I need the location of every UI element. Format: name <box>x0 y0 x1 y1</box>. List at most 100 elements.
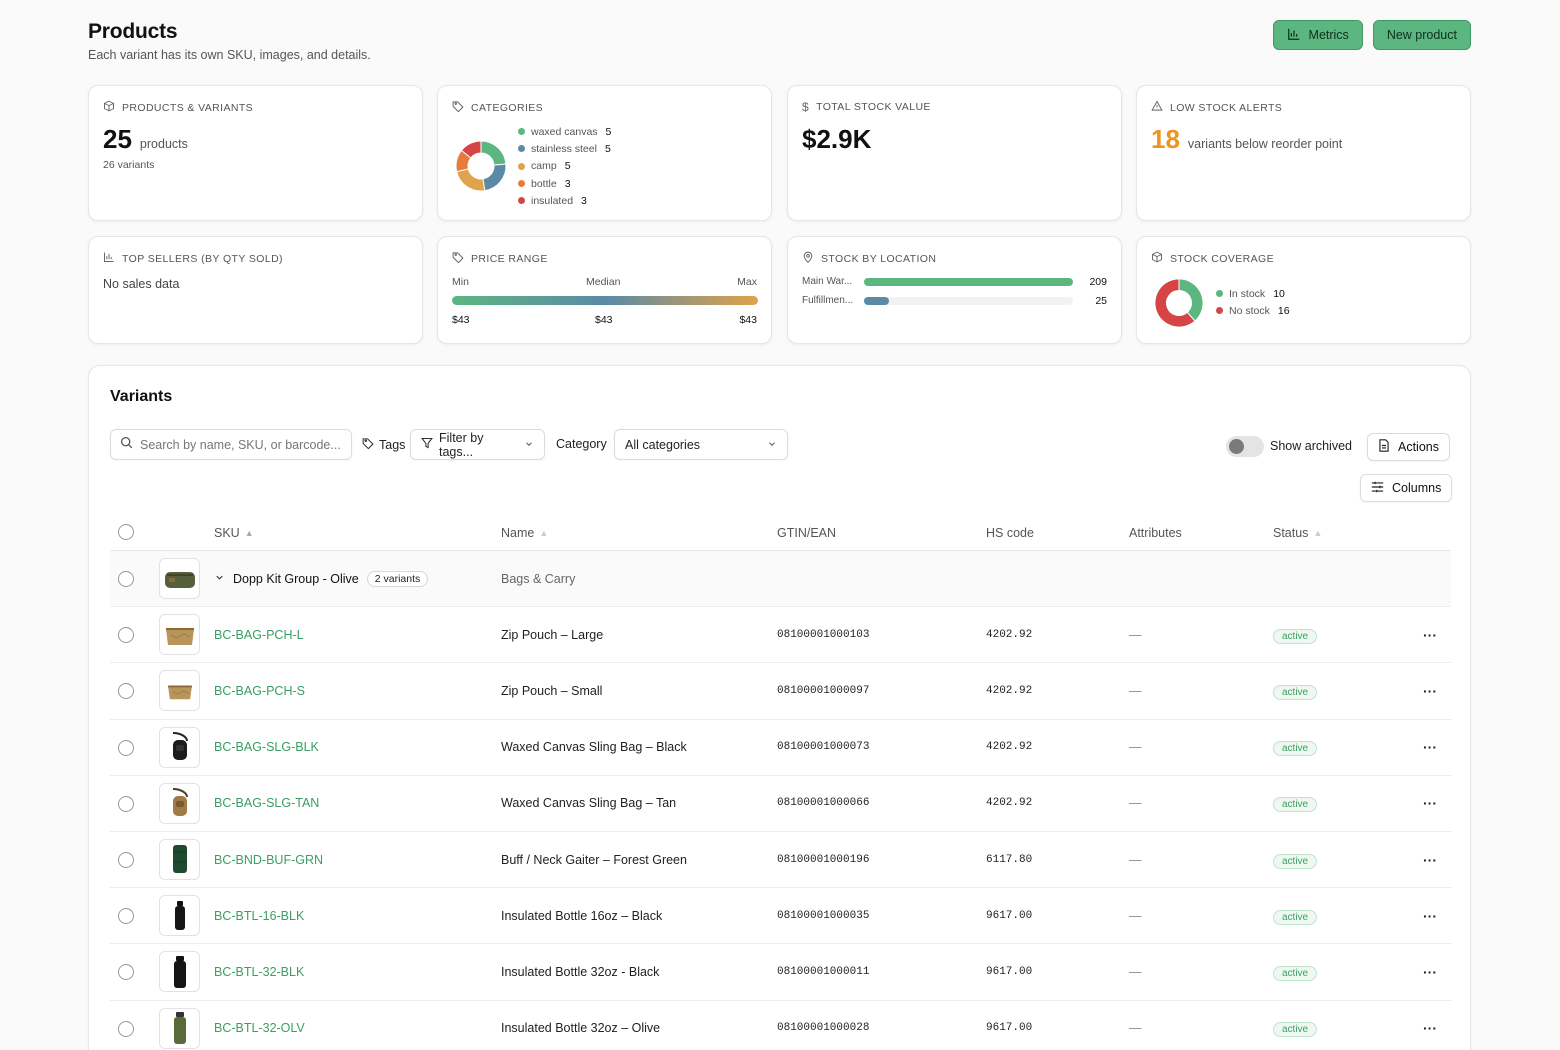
table-row[interactable]: BC-BAG-SLG-TAN Waxed Canvas Sling Bag – … <box>110 776 1451 832</box>
row-menu-icon[interactable]: ··· <box>1423 908 1437 924</box>
row-checkbox[interactable] <box>118 571 134 587</box>
group-row[interactable]: Dopp Kit Group - Olive 2 variants Bags &… <box>110 551 1451 608</box>
table-row[interactable]: BC-BAG-SLG-BLK Waxed Canvas Sling Bag – … <box>110 720 1451 776</box>
row-menu-icon[interactable]: ··· <box>1423 795 1437 811</box>
status-header-label: Status <box>1273 526 1309 540</box>
sku-link[interactable]: BC-BND-BUF-GRN <box>214 853 323 867</box>
row-checkbox[interactable] <box>118 627 134 644</box>
product-thumbnail <box>159 895 200 937</box>
hs-code-value: 9617.00 <box>986 1022 1033 1035</box>
low-stock-text: variants below reorder point <box>1187 137 1343 151</box>
row-menu-icon[interactable]: ··· <box>1423 627 1437 643</box>
stock-coverage-donut-chart <box>1154 278 1204 328</box>
chevron-down-icon[interactable] <box>214 572 225 586</box>
card-title: TOP SELLERS (BY QTY SOLD) <box>122 252 283 265</box>
row-menu-icon[interactable]: ··· <box>1423 1020 1437 1036</box>
sku-link[interactable]: BC-BTL-32-BLK <box>214 965 304 979</box>
table-row[interactable]: BC-BAG-PCH-S Zip Pouch – Small 081000010… <box>110 663 1451 720</box>
product-thumbnail <box>159 726 200 768</box>
card-title: PRICE RANGE <box>471 252 548 265</box>
legend-count: 3 <box>581 194 587 207</box>
attributes-value: — <box>1129 1021 1142 1036</box>
name-column-header[interactable]: Name ▲ <box>501 526 548 540</box>
legend-count: 3 <box>564 177 571 190</box>
variants-count: 26 variants <box>103 159 155 171</box>
tags-filter-text: Filter by tags... <box>439 430 484 459</box>
attributes-column-header[interactable]: Attributes <box>1129 526 1182 540</box>
stock-coverage-legend: In stock 10 No stock 16 <box>1216 285 1290 320</box>
sku-link[interactable]: BC-BTL-16-BLK <box>214 909 304 923</box>
show-archived-label: Show archived <box>1270 439 1352 453</box>
total-stock-value-card: $ TOTAL STOCK VALUE $2.9K <box>787 85 1122 221</box>
actions-button[interactable]: Actions <box>1367 433 1450 461</box>
status-cell: active <box>1273 796 1318 813</box>
row-menu-icon[interactable]: ··· <box>1423 739 1437 755</box>
card-header: STOCK COVERAGE <box>1151 251 1274 266</box>
table-row[interactable]: BC-BTL-32-OLV Insulated Bottle 32oz – Ol… <box>110 1001 1451 1050</box>
sku-column-header[interactable]: SKU ▲ <box>214 526 254 540</box>
table-header: SKU ▲ Name ▲ GTIN/EAN HS code Attributes S… <box>110 516 1451 551</box>
legend-count: 5 <box>604 142 611 155</box>
tags-filter-dropdown[interactable]: Filter by tags... <box>410 429 545 460</box>
hs-code-column-header[interactable]: HS code <box>986 526 1034 540</box>
metrics-button[interactable]: Metrics <box>1272 20 1363 50</box>
row-menu-icon[interactable]: ··· <box>1423 683 1437 699</box>
legend-dot <box>518 128 525 136</box>
legend-item: waxed canvas 5 <box>518 123 611 140</box>
page-header: Products Each variant has its own SKU, i… <box>88 20 1471 70</box>
donut-slice <box>456 168 486 192</box>
hs-code-value: 9617.00 <box>986 909 1033 922</box>
legend-item: stainless steel 5 <box>518 140 611 157</box>
table-row[interactable]: BC-BAG-PCH-L Zip Pouch – Large 081000010… <box>110 607 1451 664</box>
gtin-column-header[interactable]: GTIN/EAN <box>777 526 836 540</box>
sort-arrow-icon: ▲ <box>539 528 549 538</box>
row-checkbox[interactable] <box>118 739 134 756</box>
category-select[interactable]: All categories <box>614 429 788 460</box>
select-all-checkbox[interactable] <box>118 524 134 540</box>
status-badge: active <box>1273 741 1318 757</box>
attributes-value: — <box>1129 683 1142 698</box>
sku-link[interactable]: BC-BAG-SLG-BLK <box>214 740 319 754</box>
table-row[interactable]: BC-BTL-32-BLK Insulated Bottle 32oz - Bl… <box>110 944 1451 1001</box>
row-checkbox[interactable] <box>118 908 134 925</box>
row-checkbox[interactable] <box>118 683 134 700</box>
status-cell: active <box>1273 909 1318 925</box>
sku-link[interactable]: BC-BAG-PCH-S <box>214 684 305 698</box>
table-row[interactable]: BC-BND-BUF-GRN Buff / Neck Gaiter – Fore… <box>110 832 1451 889</box>
show-archived-toggle[interactable] <box>1226 436 1264 457</box>
header-actions: Metrics New product <box>1272 20 1471 50</box>
columns-label: Columns <box>1392 481 1442 495</box>
product-thumbnail <box>159 1007 200 1049</box>
gtin-value: 08100001000028 <box>777 1022 870 1035</box>
search-box[interactable] <box>110 429 352 460</box>
sku-link[interactable]: BC-BAG-PCH-L <box>214 628 304 642</box>
variants-table: SKU ▲ Name ▲ GTIN/EAN HS code Attributes S… <box>110 516 1451 1050</box>
row-checkbox[interactable] <box>118 1020 134 1037</box>
new-product-button[interactable]: New product <box>1372 20 1471 50</box>
product-thumbnail <box>159 614 200 656</box>
legend-label: No stock <box>1229 304 1270 317</box>
product-thumbnail <box>159 558 200 599</box>
price-max-label: Max <box>737 276 757 288</box>
search-input[interactable] <box>140 437 340 452</box>
table-row[interactable]: BC-BTL-16-BLK Insulated Bottle 16oz – Bl… <box>110 888 1451 945</box>
sku-header-label: SKU <box>214 526 240 540</box>
row-checkbox[interactable] <box>118 851 134 868</box>
columns-button[interactable]: Columns <box>1360 474 1453 502</box>
row-menu-icon[interactable]: ··· <box>1423 852 1437 868</box>
row-checkbox[interactable] <box>118 795 134 812</box>
hs-code-value: 6117.80 <box>986 853 1033 866</box>
legend-dot <box>518 145 525 153</box>
gtin-header-label: GTIN/EAN <box>777 526 837 540</box>
product-thumbnail <box>159 951 200 993</box>
categories-legend: waxed canvas 5 stainless steel 5 camp 5 … <box>518 123 611 209</box>
card-title: STOCK BY LOCATION <box>821 252 937 265</box>
row-menu-icon[interactable]: ··· <box>1423 964 1437 980</box>
sku-link[interactable]: BC-BTL-32-OLV <box>214 1021 305 1035</box>
location-value-fulfillment: 25 <box>1095 295 1107 307</box>
status-column-header[interactable]: Status ▲ <box>1273 526 1322 540</box>
sku-link[interactable]: BC-BAG-SLG-TAN <box>214 796 319 810</box>
row-checkbox[interactable] <box>118 964 134 981</box>
location-bar-track-main <box>864 278 1073 286</box>
new-product-label: New product <box>1386 28 1457 42</box>
